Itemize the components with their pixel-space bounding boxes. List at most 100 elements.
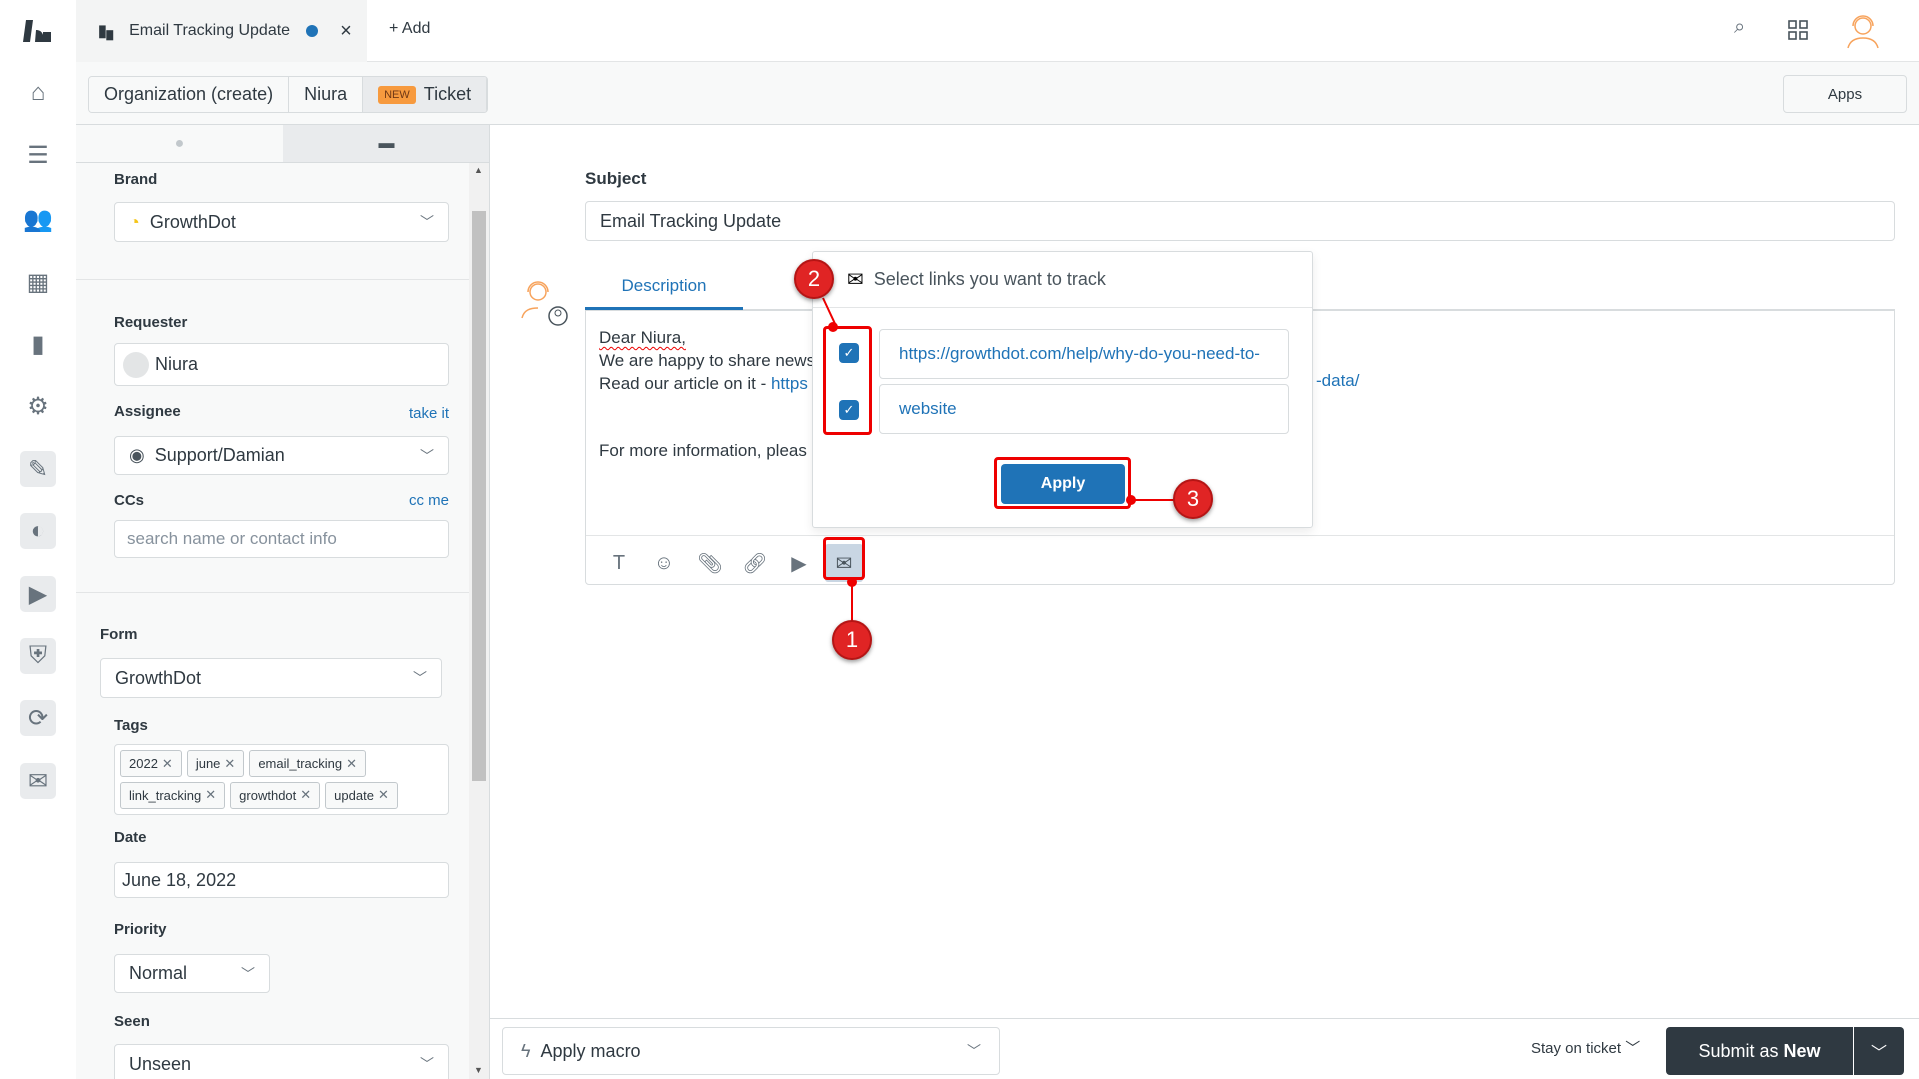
apply-macro-select[interactable]: ϟ Apply macro ﹀ <box>502 1027 1000 1075</box>
date-value: June 18, 2022 <box>122 869 237 890</box>
tag-chip: growthdot ✕ <box>230 781 321 809</box>
sidebar-scrollbar[interactable]: ▲ ▼ <box>469 163 489 1079</box>
body-line: Dear Niura, <box>599 328 686 347</box>
date-input[interactable]: June 18, 2022 <box>114 862 449 898</box>
seen-value: Unseen <box>129 1053 192 1074</box>
remove-tag-icon[interactable]: ✕ <box>300 787 311 803</box>
emoji-icon[interactable]: ☺ <box>645 544 683 582</box>
tab-bar: ▮▖ Email Tracking Update × + Add ⌕ <box>76 0 1919 62</box>
requester-value: Niura <box>155 354 199 374</box>
tab-description[interactable]: Description <box>585 264 743 310</box>
form-select[interactable]: GrowthDot ﹀ <box>100 658 442 698</box>
app2-icon[interactable]: ◐ <box>20 513 56 549</box>
remove-tag-icon[interactable]: ✕ <box>224 756 235 772</box>
views-icon[interactable]: ☰ <box>20 137 56 173</box>
app5-icon[interactable]: ⟳ <box>20 700 56 736</box>
chevron-down-icon: ﹀ <box>420 214 434 230</box>
home-icon[interactable]: ⌂ <box>20 75 56 111</box>
footer-bar: ϟ Apply macro ﹀ Stay on ticket ﹀ Submit as… <box>490 1018 1919 1079</box>
scroll-up-arrow-icon[interactable]: ▲ <box>474 165 483 175</box>
body-line: For more information, pleas <box>599 441 807 460</box>
chevron-down-icon: ﹀ <box>420 1056 434 1072</box>
tag-label: update <box>334 787 374 803</box>
remove-tag-icon[interactable]: ✕ <box>378 787 389 803</box>
priority-value: Normal <box>129 963 188 983</box>
email-tracking-icon[interactable]: ✉ <box>20 763 56 799</box>
submit-status: New <box>1783 1040 1821 1061</box>
video-icon[interactable]: ▶ <box>780 544 818 582</box>
ccs-label: CCs <box>114 492 145 509</box>
tag-chip: update ✕ <box>325 781 398 809</box>
tag-chip: link_tracking ✕ <box>120 781 226 809</box>
breadcrumb-ticket[interactable]: NEW Ticket <box>363 77 488 112</box>
article-link-tail[interactable]: -data/ <box>1316 371 1359 391</box>
apps-button[interactable]: Apps <box>1783 75 1907 113</box>
cc-me-link[interactable]: cc me <box>356 492 449 509</box>
submit-prefix: Submit as <box>1698 1040 1784 1061</box>
app4-icon[interactable]: ⛨ <box>20 638 56 674</box>
remove-tag-icon[interactable]: ✕ <box>205 787 216 803</box>
add-label: Add <box>401 20 431 37</box>
remove-tag-icon[interactable]: ✕ <box>346 756 357 772</box>
user-avatar[interactable] <box>1845 12 1881 55</box>
assignee-label: Assignee <box>114 403 181 420</box>
attachment-icon[interactable]: 📎︎ <box>691 544 729 582</box>
organizations-icon[interactable]: ▦ <box>20 264 56 300</box>
new-badge: NEW <box>378 85 416 104</box>
requester-avatar <box>123 351 149 378</box>
link-icon[interactable]: 🔗︎ <box>736 544 774 582</box>
chevron-down-icon: ﹀ <box>413 670 427 686</box>
tag-label: june <box>195 756 221 771</box>
app3-icon[interactable]: ▶ <box>20 576 56 612</box>
submit-button[interactable]: Submit as New <box>1666 1027 1853 1075</box>
assignee-select[interactable]: ◉ Support/Damian ﹀ <box>114 436 449 475</box>
admin-icon[interactable]: ⚙ <box>20 388 56 424</box>
search-icon[interactable]: ⌕ <box>1734 16 1745 39</box>
remove-tag-icon[interactable]: ✕ <box>162 756 173 772</box>
tab-email-tracking-update[interactable]: ▮▖ Email Tracking Update × <box>76 0 367 62</box>
requester-label: Requester <box>114 314 188 331</box>
ccs-input[interactable]: search name or contact info <box>114 520 449 558</box>
ticket-icon: ▮▖ <box>98 23 120 40</box>
reporting-icon[interactable]: ▮ <box>20 326 56 362</box>
date-label: Date <box>114 829 147 846</box>
editor-body[interactable]: Dear Niura, We are happy to share news R… <box>599 326 815 462</box>
popup-title: Select links you want to track <box>873 269 1106 289</box>
logo-icon[interactable] <box>20 13 56 49</box>
annotation-box-checkboxes <box>823 326 872 435</box>
lightning-icon: ϟ <box>521 1040 531 1061</box>
body-text: Read our article on it - <box>599 374 771 393</box>
subject-label: Subject <box>585 169 647 188</box>
breadcrumb-organization[interactable]: Organization (create) <box>89 77 290 112</box>
article-link[interactable]: https <box>771 374 808 393</box>
priority-select[interactable]: Normal ﹀ <box>114 954 270 993</box>
tags-input[interactable]: 2022 ✕ june ✕ email_tracking ✕ link_tracking ✕ g… <box>114 744 449 815</box>
ticket-tab[interactable]: ▬ <box>283 125 489 162</box>
text-format-icon[interactable]: T <box>600 544 638 582</box>
user-tab[interactable]: ● <box>76 125 283 162</box>
submit-dropdown-button[interactable]: ﹀ <box>1854 1027 1904 1075</box>
chevron-down-icon: ﹀ <box>241 965 255 982</box>
subject-input[interactable]: Email Tracking Update <box>585 201 1895 241</box>
form-value: GrowthDot <box>115 667 202 688</box>
breadcrumb-requester[interactable]: Niura <box>289 77 364 112</box>
tag-chip: june ✕ <box>186 750 245 777</box>
take-it-link[interactable]: take it <box>356 405 449 422</box>
brand-select[interactable]: ◔ GrowthDot ﹀ <box>114 202 449 242</box>
seen-select[interactable]: Unseen ﹀ <box>114 1044 449 1079</box>
customers-icon[interactable]: 👥 <box>20 201 56 237</box>
app1-icon[interactable]: ✎ <box>20 451 56 487</box>
link-item-1: https://growthdot.com/help/why-do-you-ne… <box>879 329 1289 379</box>
grid-icon[interactable] <box>1788 20 1808 45</box>
tag-label: growthdot <box>239 787 297 803</box>
seen-label: Seen <box>114 1013 150 1030</box>
annotation-step-1: 1 <box>832 620 872 660</box>
requester-field[interactable]: Niura <box>114 343 449 386</box>
chevron-down-icon: ﹀ <box>1625 1040 1641 1057</box>
add-tab-button[interactable]: + Add <box>389 20 430 38</box>
stay-on-ticket-select[interactable]: Stay on ticket ﹀ <box>1531 1037 1640 1058</box>
close-tab-button[interactable]: × <box>340 20 352 43</box>
scrollbar-thumb[interactable] <box>472 211 486 781</box>
scroll-down-arrow-icon[interactable]: ▼ <box>474 1065 483 1075</box>
priority-label: Priority <box>114 921 167 938</box>
